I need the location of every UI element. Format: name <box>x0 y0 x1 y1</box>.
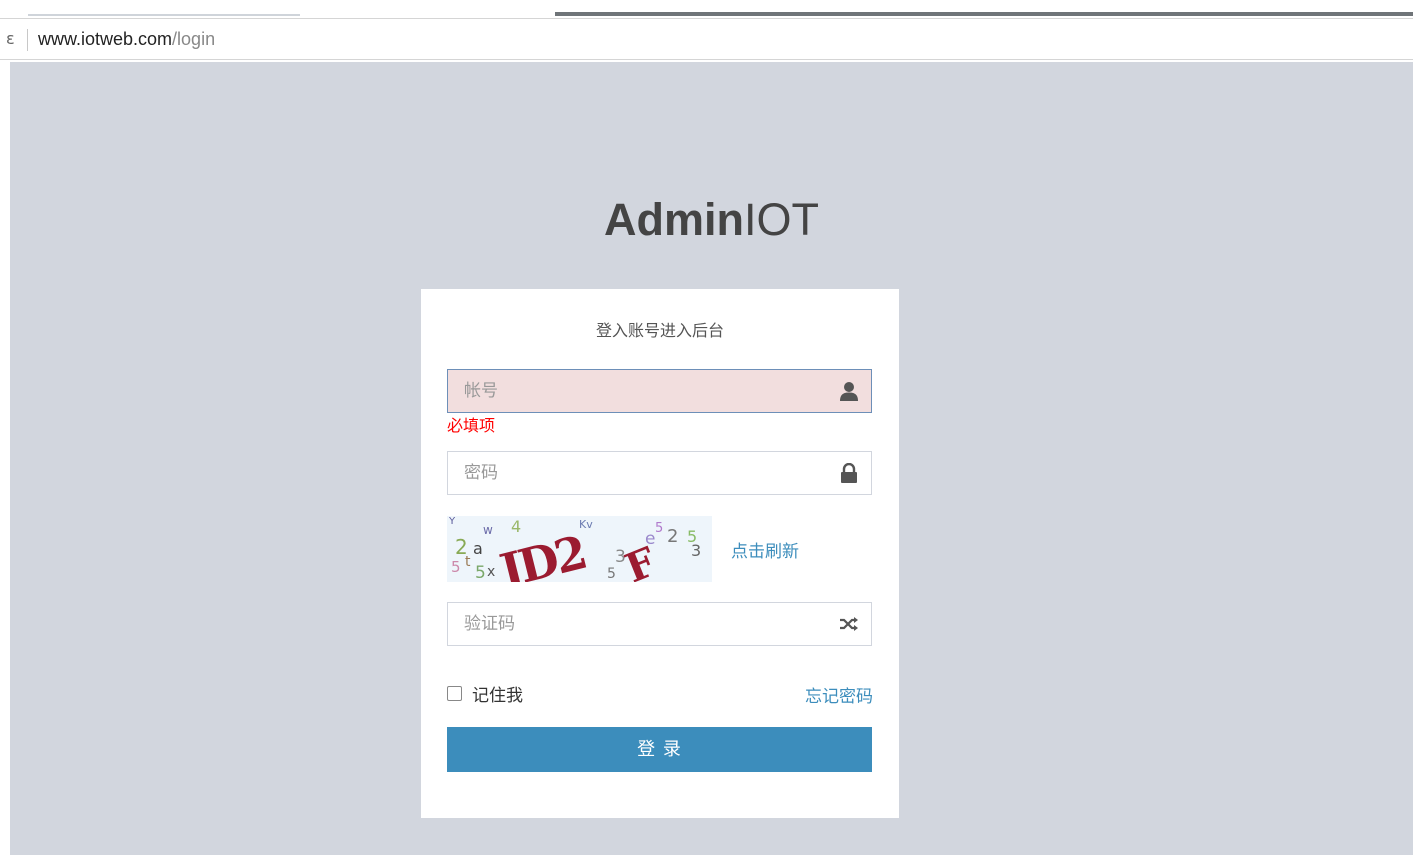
captcha-main-text-tail: F <box>619 538 663 582</box>
captcha-noise-char: 4 <box>511 517 521 536</box>
captcha-noise-char: t <box>465 554 471 570</box>
verify-code-input[interactable] <box>448 603 828 645</box>
url-text[interactable]: www.iotweb.com/login <box>38 29 215 50</box>
remember-me-label[interactable]: 记住我 <box>472 681 523 706</box>
url-host: www.iotweb.com <box>38 29 173 49</box>
login-box: 登入账号进入后台 必填项 Y w 4 2 a <box>421 289 899 818</box>
captcha-image[interactable]: Y w 4 2 a 5 t 5 x Kv e 5 2 5 3 3 5 JD2 F <box>447 516 712 582</box>
captcha-noise-char: Y <box>448 516 456 527</box>
captcha-noise-char: w <box>483 523 493 537</box>
address-bar-fragment: ε <box>6 29 15 48</box>
verify-code-field <box>447 602 872 646</box>
captcha-refresh-link[interactable]: 点击刷新 <box>731 537 799 562</box>
captcha-main-text: JD2 <box>491 525 590 582</box>
url-path: /login <box>172 29 216 49</box>
login-box-message: 登入账号进入后台 <box>595 321 724 340</box>
logo-light: IOT <box>744 194 819 245</box>
app-logo[interactable]: AdminIOT <box>10 194 1413 246</box>
remember-me-checkbox[interactable] <box>447 685 462 701</box>
captcha-noise-char: 3 <box>691 541 701 560</box>
captcha-noise-char: 5 <box>475 563 486 582</box>
address-bar-separator <box>27 29 28 51</box>
login-page: AdminIOT 登入账号进入后台 必填项 Y w 4 <box>10 62 1413 855</box>
captcha-noise-char: 2 <box>667 526 678 547</box>
captcha-noise-char: 5 <box>655 521 663 536</box>
captcha-noise-char: a <box>473 539 483 558</box>
browser-address-bar[interactable]: ε www.iotweb.com/login <box>0 18 1413 60</box>
username-error-message: 必填项 <box>447 416 496 435</box>
user-icon <box>840 382 858 401</box>
browser-tabstrip <box>0 0 1413 18</box>
captcha-noise-char: 5 <box>451 558 461 576</box>
captcha-noise-char: Kv <box>579 518 593 531</box>
random-icon <box>840 617 858 631</box>
password-field <box>447 451 872 495</box>
captcha-graphic: Y w 4 2 a 5 t 5 x Kv e 5 2 5 3 3 5 JD2 F <box>448 516 701 582</box>
lock-icon <box>841 463 857 483</box>
password-input[interactable] <box>448 452 828 494</box>
logo-bold: Admin <box>604 194 744 245</box>
remember-me[interactable]: 记住我 <box>447 681 523 706</box>
forgot-password-link[interactable]: 忘记密码 <box>805 682 873 707</box>
captcha-noise-char: 5 <box>607 566 616 582</box>
browser-tab[interactable] <box>28 6 300 16</box>
captcha-noise-char: x <box>487 564 495 580</box>
tabstrip-divider <box>555 12 1413 16</box>
login-button[interactable]: 登 录 <box>447 727 872 772</box>
username-input[interactable] <box>448 370 828 412</box>
username-field <box>447 369 872 413</box>
